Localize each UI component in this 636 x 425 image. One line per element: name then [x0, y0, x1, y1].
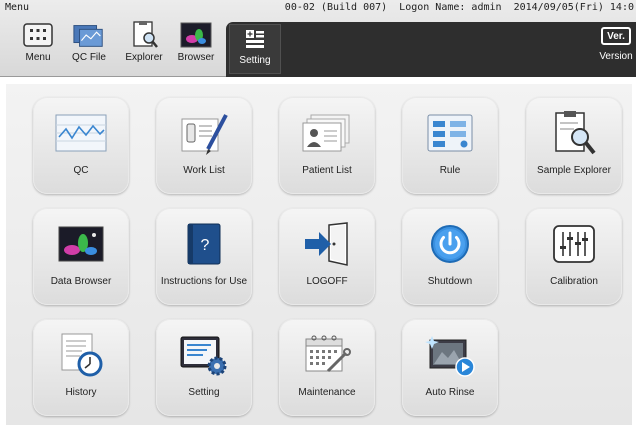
tile-shutdown[interactable]: Shutdown [402, 208, 498, 305]
toolbar-browser-label: Browser [177, 52, 215, 63]
tile-sample-explorer[interactable]: Sample Explorer [526, 97, 622, 194]
tile-label: Auto Rinse [425, 387, 475, 398]
tile-label: Shutdown [427, 276, 473, 287]
tile-auto-rinse[interactable]: Auto Rinse [402, 319, 498, 416]
power-icon [424, 220, 476, 268]
tile-work-list[interactable]: Work List [156, 97, 252, 194]
tile-rule[interactable]: Rule [402, 97, 498, 194]
window-title: Menu [5, 2, 30, 13]
browser-icon [179, 20, 213, 50]
auto-rinse-icon [424, 331, 476, 379]
tile-qc[interactable]: QC [33, 97, 129, 194]
rule-icon [424, 109, 476, 157]
instructions-book-icon: ? [178, 220, 230, 268]
menu-grid-icon [21, 20, 55, 50]
tile-data-browser[interactable]: Data Browser [33, 208, 129, 305]
tile-label: Instructions for Use [160, 276, 248, 287]
tile-label: History [65, 387, 97, 398]
tile-label: Rule [439, 165, 461, 176]
toolbar-explorer-label: Explorer [125, 52, 163, 63]
main-menu-area: QC Work List Patient List Rule Sample Ex… [6, 84, 632, 425]
tile-label: Setting [188, 387, 220, 398]
tile-label: LOGOFF [306, 276, 348, 287]
book-question-glyph: ? [201, 237, 210, 254]
setting-tab-label: Setting [239, 55, 271, 66]
tile-label: Calibration [550, 276, 598, 287]
toolbar-menu-button[interactable]: Menu [12, 20, 64, 72]
history-clock-icon [55, 331, 107, 379]
tile-patient-list[interactable]: Patient List [279, 97, 375, 194]
qc-file-icon [72, 20, 106, 50]
tile-setting[interactable]: Setting [156, 319, 252, 416]
setting-gear-icon [178, 331, 230, 379]
setting-tab-icon [245, 29, 265, 49]
tile-maintenance[interactable]: Maintenance [279, 319, 375, 416]
tile-label: Sample Explorer [537, 165, 611, 176]
sample-explorer-icon [548, 109, 600, 157]
tile-label: Data Browser [50, 276, 112, 287]
maintenance-calendar-icon [301, 331, 353, 379]
tile-label: QC [73, 165, 89, 176]
tile-calibration[interactable]: Calibration [526, 208, 622, 305]
tile-label: Maintenance [298, 387, 356, 398]
tile-label: Work List [183, 165, 225, 176]
toolbar-qc-file-label: QC File [72, 52, 106, 63]
data-browser-icon [55, 220, 107, 268]
submenu-panel [226, 22, 636, 77]
version-button[interactable]: Ver. Version [596, 27, 636, 71]
tile-label: Patient List [302, 165, 352, 176]
qc-chart-icon [55, 109, 107, 157]
calibration-sliders-icon [548, 220, 600, 268]
logoff-door-icon [301, 220, 353, 268]
version-badge-icon: Ver. [601, 27, 631, 45]
setting-tab[interactable]: Setting [229, 24, 281, 74]
explorer-icon [127, 20, 161, 50]
toolbar-qc-file-button[interactable]: QC File [62, 20, 116, 72]
toolbar-browser-button[interactable]: Browser [170, 20, 222, 72]
tile-history[interactable]: History [33, 319, 129, 416]
tile-logoff[interactable]: LOGOFF [279, 208, 375, 305]
tile-instructions-for-use[interactable]: ? Instructions for Use [156, 208, 252, 305]
patient-list-icon [301, 109, 353, 157]
toolbar-explorer-button[interactable]: Explorer [118, 20, 170, 72]
status-line: 00-02 (Build 007) Logon Name: admin 2014… [284, 2, 634, 13]
top-bar: Menu 00-02 (Build 007) Logon Name: admin… [0, 0, 636, 77]
toolbar-menu-label: Menu [25, 52, 51, 63]
version-label: Version [599, 51, 633, 62]
work-list-icon [178, 109, 230, 157]
